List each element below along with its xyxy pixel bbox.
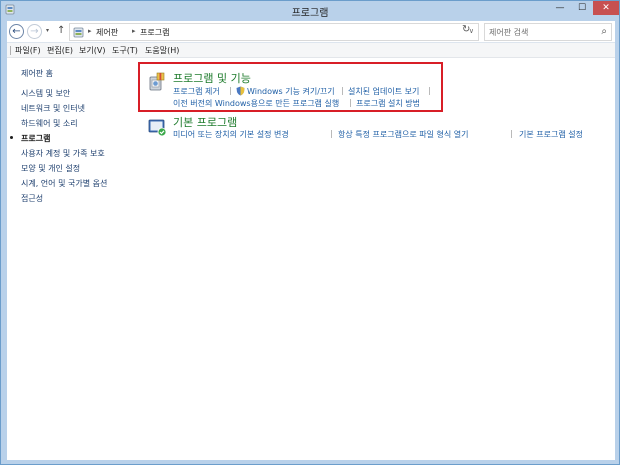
run-older-programs-link[interactable]: 이전 버전의 Windows용으로 만든 프로그램 실행	[173, 98, 339, 109]
task-separator: |	[330, 129, 333, 138]
search-input[interactable]	[489, 26, 593, 38]
breadcrumb-control-panel[interactable]: 제어판	[96, 27, 118, 38]
up-button[interactable]: ↑	[57, 25, 65, 36]
default-programs-icon	[148, 119, 167, 137]
menu-help[interactable]: 도움말(H)	[145, 45, 179, 56]
sidebar-item-clock-language[interactable]: 시계, 언어 및 국가별 옵션	[21, 178, 107, 189]
breadcrumb-separator-icon[interactable]: ▸	[132, 27, 136, 35]
breadcrumb-programs[interactable]: 프로그램	[140, 27, 169, 38]
menu-view[interactable]: 보기(V)	[79, 45, 105, 56]
navigation-bar: ← → ▾ ↑ ▸ 제어판 ▸ 프로그램 ∨ ↻ ⌕	[7, 21, 615, 43]
sidebar-item-control-panel-home[interactable]: 제어판 홈	[21, 68, 53, 79]
programs-features-icon	[149, 72, 165, 91]
sidebar-item-programs: 프로그램	[21, 134, 51, 143]
sidebar-item-hardware-sound[interactable]: 하드웨어 및 소리	[21, 118, 78, 129]
sidebar-item-system-security[interactable]: 시스템 및 보안	[21, 88, 70, 99]
close-button[interactable]: ✕	[593, 1, 619, 15]
forward-button[interactable]: →	[27, 24, 42, 39]
uac-shield-icon	[236, 86, 245, 96]
set-default-programs-link[interactable]: 기본 프로그램 설정	[519, 129, 583, 140]
change-media-defaults-link[interactable]: 미디어 또는 장치의 기본 설정 변경	[173, 129, 289, 140]
file-type-association-link[interactable]: 항상 특정 프로그램으로 파일 형식 열기	[338, 129, 468, 140]
maximize-button[interactable]: ☐	[571, 1, 593, 15]
menu-file[interactable]: 파일(F)	[15, 45, 41, 56]
task-separator: |	[341, 86, 344, 95]
sidebar-item-accessibility[interactable]: 접근성	[21, 193, 43, 204]
menu-edit[interactable]: 편집(E)	[47, 45, 73, 56]
uninstall-program-link[interactable]: 프로그램 제거	[173, 86, 220, 97]
menu-tools[interactable]: 도구(T)	[112, 45, 138, 56]
task-separator: |	[229, 86, 232, 95]
program-window: 프로그램 — ☐ ✕ ← → ▾ ↑ ▸ 제어판 ▸ 프로그램 ∨ ↻ ⌕ 파	[0, 0, 620, 465]
title-bar[interactable]: 프로그램 — ☐ ✕	[1, 1, 619, 19]
minimize-button[interactable]: —	[549, 1, 571, 15]
control-panel-icon	[73, 27, 84, 38]
address-bar[interactable]: ▸ 제어판 ▸ 프로그램 ∨	[69, 23, 479, 41]
sidebar-item-user-accounts[interactable]: 사용자 계정 및 가족 보호	[21, 148, 105, 159]
task-separator: |	[428, 86, 431, 95]
content-area: 제어판 홈 시스템 및 보안 네트워크 및 인터넷 하드웨어 및 소리 프로그램…	[7, 58, 615, 460]
task-separator: |	[510, 129, 513, 138]
recent-locations-dropdown[interactable]: ▾	[46, 27, 49, 34]
active-bullet-icon	[10, 136, 13, 139]
task-separator: |	[349, 98, 352, 107]
sidebar-item-appearance[interactable]: 모양 및 개인 설정	[21, 163, 80, 174]
programs-features-title[interactable]: 프로그램 및 기능	[173, 70, 251, 86]
menu-bar: 파일(F) 편집(E) 보기(V) 도구(T) 도움말(H)	[7, 43, 615, 58]
search-icon[interactable]: ⌕	[601, 26, 607, 37]
windows-features-link[interactable]: Windows 기능 켜기/끄기	[247, 86, 335, 97]
sidebar-item-network-internet[interactable]: 네트워크 및 인터넷	[21, 103, 85, 114]
default-programs-title[interactable]: 기본 프로그램	[173, 114, 237, 130]
how-to-install-program-link[interactable]: 프로그램 설치 방법	[356, 98, 420, 109]
view-installed-updates-link[interactable]: 설치된 업데이트 보기	[348, 86, 419, 97]
window-title: 프로그램	[291, 8, 329, 19]
breadcrumb-separator-icon: ▸	[88, 27, 92, 35]
back-button[interactable]: ←	[9, 24, 24, 39]
search-box[interactable]: ⌕	[484, 23, 612, 41]
refresh-icon[interactable]: ↻	[462, 24, 470, 35]
menu-grip	[10, 46, 11, 55]
